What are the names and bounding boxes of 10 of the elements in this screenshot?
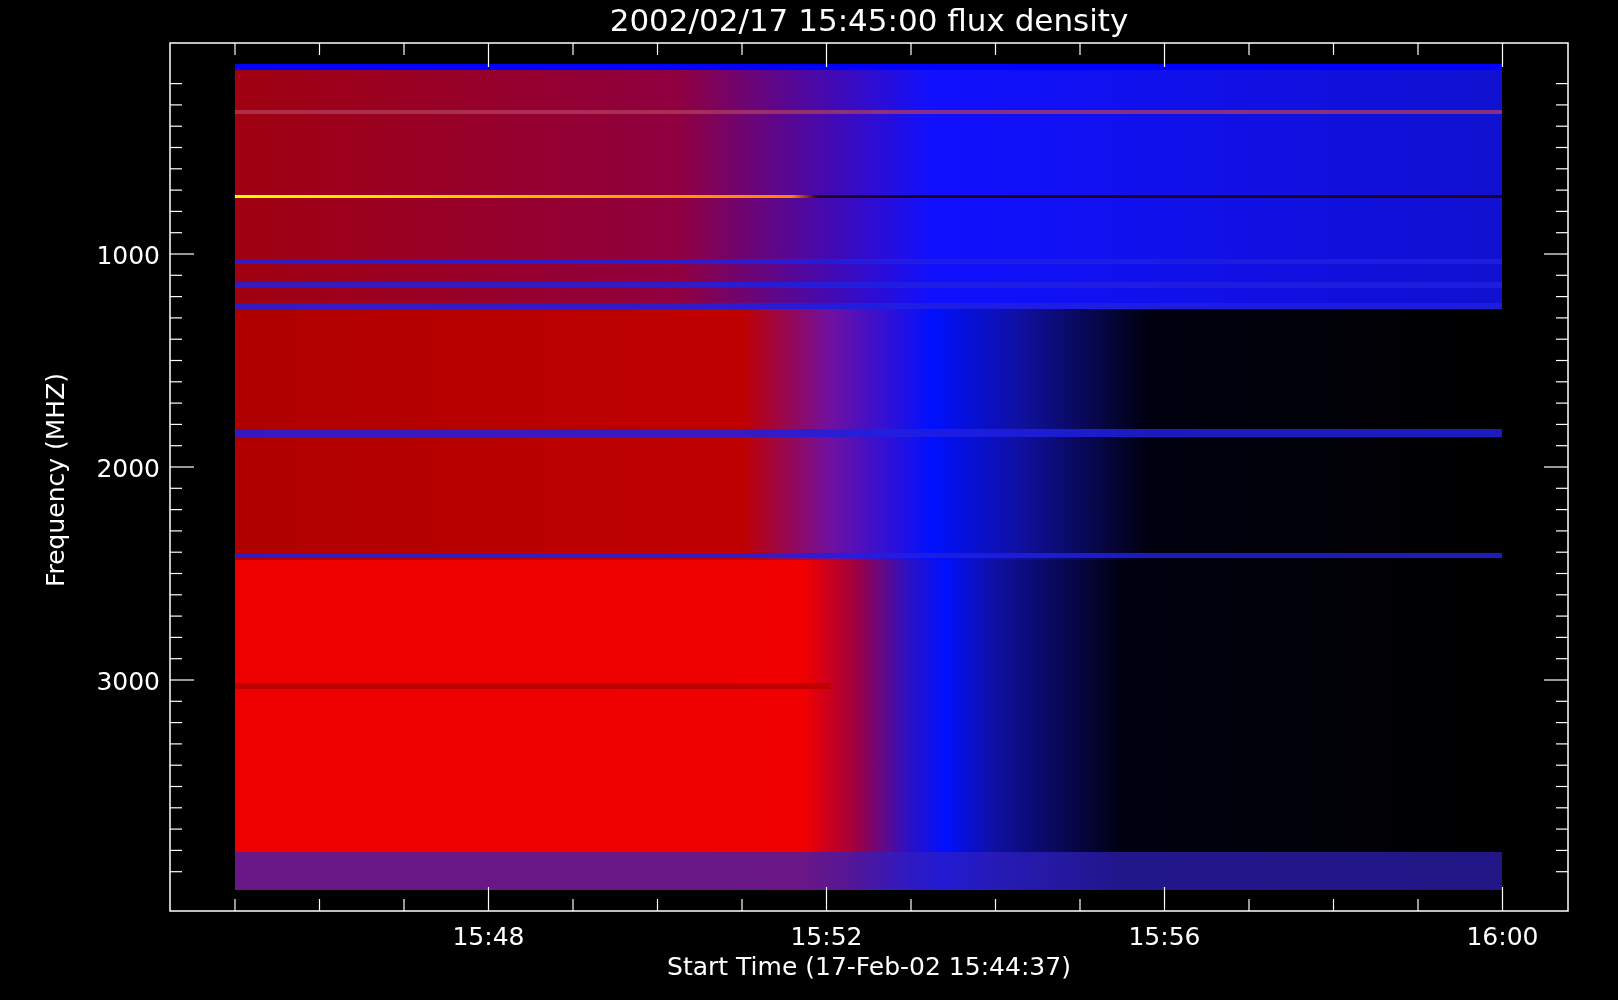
x-axis-label: Start Time (17-Feb-02 15:44:37)	[667, 952, 1071, 981]
y-tick-label: 2000	[96, 454, 160, 483]
x-tick-label: 15:48	[452, 922, 525, 951]
chart-title: 2002/02/17 15:45:00 flux density	[609, 2, 1129, 38]
x-tick-label: 15:52	[790, 922, 863, 951]
x-tick-label: 16:00	[1466, 922, 1539, 951]
y-axis-label: Frequency (MHZ)	[41, 372, 70, 588]
y-tick-label: 3000	[96, 667, 160, 696]
y-tick-label: 1000	[96, 241, 160, 270]
x-tick-label: 15:56	[1128, 922, 1201, 951]
